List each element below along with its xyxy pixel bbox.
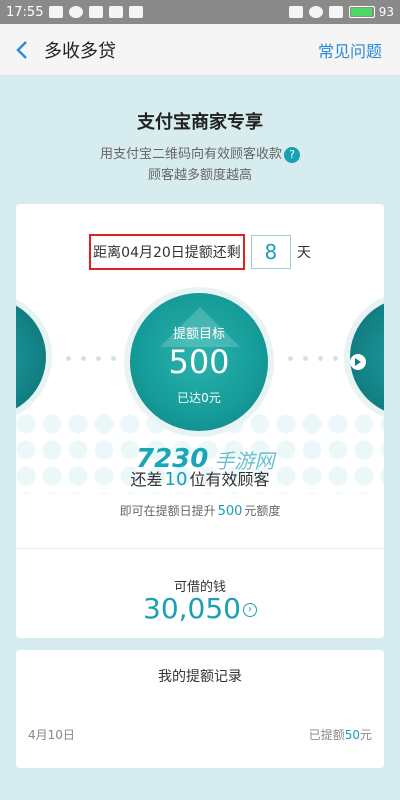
promo-subtitle-2: 顾客越多额度越高 — [147, 168, 252, 183]
status-right: 93 — [288, 5, 394, 19]
chat-icon — [49, 6, 64, 18]
dots-right — [288, 356, 348, 362]
chevron-left-icon — [16, 40, 27, 59]
countdown-unit: 天 — [296, 245, 311, 261]
raise-suffix: 元额度 — [244, 504, 281, 518]
promo-title: 支付宝商家专享 — [137, 112, 263, 133]
prev-goal-circle[interactable] — [16, 292, 52, 422]
app-icon — [129, 6, 144, 18]
nav-bar: 多收多贷 常见问题 — [0, 24, 400, 76]
faq-link[interactable]: 常见问题 — [318, 38, 382, 62]
remaining-customers: 还差 10 位有效顾客 — [16, 466, 384, 490]
chevron-right-icon: › — [242, 603, 257, 617]
remain-suffix: 位有效顾客 — [189, 470, 270, 489]
notification-icon — [69, 6, 84, 18]
record-amount-text: 已提额50元 — [309, 726, 372, 743]
record-prefix: 已提额 — [308, 728, 345, 742]
status-bar: 17:55 93 — [0, 0, 400, 24]
quota-card: 距离04月20日提额还剩 8 天 提额目标 500 已达0元 7230 手游网 … — [16, 204, 384, 638]
image-icon — [109, 6, 124, 18]
list-item[interactable]: 4月10日 已提额50元 — [28, 726, 372, 743]
dots-left — [66, 356, 126, 362]
back-button[interactable] — [0, 24, 44, 76]
countdown-days: 8 — [250, 235, 291, 269]
alarm-icon — [308, 6, 323, 18]
page-title: 多收多贷 — [44, 40, 116, 62]
shield-icon — [89, 6, 104, 18]
record-suffix: 元 — [359, 728, 372, 742]
record-title: 我的提额记录 — [158, 669, 242, 685]
raise-prefix: 即可在提额日提升 — [119, 504, 216, 518]
promo-header: 支付宝商家专享 用支付宝二维码向有效顾客收款? 顾客越多额度越高 — [0, 108, 400, 186]
record-amount: 50 — [344, 728, 360, 742]
help-icon[interactable]: ? — [284, 146, 300, 163]
divider — [16, 548, 384, 549]
battery-icon — [348, 6, 375, 18]
record-card: 我的提额记录 4月10日 已提额50元 — [16, 650, 384, 768]
goal-progress: 已达0元 — [177, 391, 221, 405]
promo-subtitle-text: 用支付宝二维码向有效顾客收款 — [99, 147, 282, 162]
goal-value: 500 — [168, 343, 230, 381]
signal-icon — [328, 6, 343, 18]
raise-amount: 500 — [217, 504, 243, 519]
borrow-amount: 30,050 — [143, 592, 241, 625]
promo-subtitle-1: 用支付宝二维码向有效顾客收款? — [0, 144, 400, 165]
raise-info: 即可在提额日提升 500 元额度 — [16, 502, 384, 519]
remain-count: 10 — [164, 469, 188, 490]
record-date: 4月10日 — [28, 728, 75, 742]
countdown: 距离04月20日提额还剩 8 天 — [16, 234, 384, 270]
battery-percent: 93 — [378, 5, 394, 19]
play-icon — [350, 354, 366, 370]
remain-prefix: 还差 — [130, 470, 163, 489]
goal-label: 提额目标 — [172, 327, 225, 342]
goal-circle[interactable]: 提额目标 500 已达0元 — [124, 287, 274, 437]
status-time: 17:55 — [6, 4, 44, 20]
countdown-label: 距离04月20日提额还剩 — [89, 234, 245, 270]
mute-icon — [288, 6, 303, 18]
borrow-amount-link[interactable]: 30,050 › — [16, 592, 384, 625]
